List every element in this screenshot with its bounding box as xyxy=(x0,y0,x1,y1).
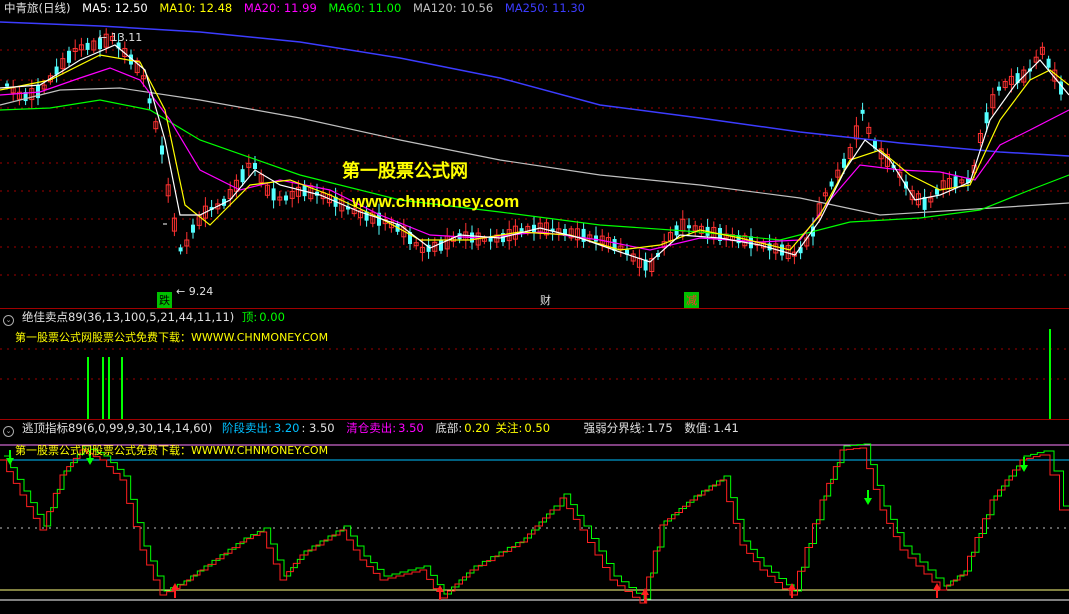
sell-point-chart[interactable] xyxy=(0,309,1069,419)
indicator-red-line xyxy=(0,447,1069,604)
stock-title: 中青旅(日线) xyxy=(4,1,71,15)
candle-body xyxy=(780,244,784,256)
stage-value: 3.20 xyxy=(273,421,300,435)
ma10-label: MA10: 12.48 xyxy=(159,1,233,15)
candle-body xyxy=(594,235,598,242)
watch-label: 关注: xyxy=(495,421,523,435)
watermark-url: www.chnmoney.com xyxy=(352,192,520,211)
clear-label: 清仓卖出: xyxy=(346,421,397,435)
candle-body xyxy=(271,188,276,201)
ma250-line xyxy=(0,21,1069,157)
marker-jian: 减 xyxy=(684,292,699,308)
ma20-label: MA20: 11.99 xyxy=(243,1,317,15)
candle-body xyxy=(253,163,257,169)
sell-arrow-icon xyxy=(6,458,14,465)
candle-body xyxy=(67,50,71,63)
candle-body xyxy=(178,247,183,252)
bottom-label: 底部: xyxy=(435,421,463,435)
candle-body xyxy=(984,112,989,124)
sub2-header: ⌄ 逃顶指标89(6,0,99,9,30,14,14,60) 阶段卖出: 3.20:… xyxy=(0,420,747,437)
marker-cai: 财 xyxy=(540,294,551,307)
marker-die: 跌 xyxy=(157,292,172,308)
indicator-green-line xyxy=(4,443,1069,600)
candle-body xyxy=(191,224,195,233)
sub1-notice: 第一股票公式网股票公式免费下载：WWWW.CHNMONEY.COM xyxy=(15,331,329,344)
ding-label: 顶: xyxy=(241,310,258,324)
sub1-header: ⌄ 绝佳卖点89(36,13,100,5,21,44,11,11) 顶: 0.00 xyxy=(0,309,293,326)
high-price-label: ← 13.11 xyxy=(98,31,143,44)
candle-body xyxy=(687,225,691,229)
watermark-cn: 第一股票公式网 xyxy=(342,161,468,181)
main-chart-panel[interactable]: 中青旅(日线) MA5: 12.50 MA10: 12.48 MA20: 11.… xyxy=(0,0,1069,308)
collapse-icon[interactable]: ⌄ xyxy=(3,315,14,326)
strong-value: 1.75 xyxy=(647,421,673,435)
sell-arrow-icon xyxy=(864,498,872,505)
candle-body xyxy=(749,236,753,249)
num-label: 数值: xyxy=(684,421,712,435)
strong-label: 强弱分界线: xyxy=(583,421,646,435)
num-value: 1.41 xyxy=(713,421,739,435)
buy-arrow-icon xyxy=(788,583,796,590)
watch-value: 0.50 xyxy=(524,421,551,435)
candle-body xyxy=(160,145,164,155)
candle-body xyxy=(1046,58,1051,68)
ma60-label: MA60: 11.00 xyxy=(328,1,402,15)
ma250-label: MA250: 11.30 xyxy=(504,1,586,15)
collapse-icon[interactable]: ⌄ xyxy=(3,426,14,437)
candle-body xyxy=(85,42,90,50)
ma5-label: MA5: 12.50 xyxy=(82,1,148,15)
candle-body xyxy=(147,98,152,104)
candle-body xyxy=(284,195,288,201)
candle-body xyxy=(953,176,958,189)
price-chart[interactable] xyxy=(0,0,1069,308)
candle-body xyxy=(860,109,865,114)
candle-body xyxy=(842,158,846,168)
sell-point-panel[interactable]: ⌄ 绝佳卖点89(36,13,100,5,21,44,11,11) 顶: 0.00 … xyxy=(0,309,1069,419)
candle-body xyxy=(240,169,245,183)
clear-value: 3.50 xyxy=(398,421,424,435)
low-price-label: ← 9.24 xyxy=(176,285,214,298)
sell-arrow-icon xyxy=(1020,465,1028,472)
stage-label: 阶段卖出: xyxy=(221,421,272,435)
sub2-title: 逃顶指标89(6,0,99,9,30,14,14,60) xyxy=(22,421,213,435)
bottom-value: 0.20 xyxy=(464,421,490,435)
buy-arrow-icon xyxy=(641,588,649,595)
candle-body xyxy=(997,86,1001,91)
candle-body xyxy=(829,181,834,187)
ma120-label: MA120: 10.56 xyxy=(412,1,494,15)
sub2-notice: 第一股票公式网股票公式免费下载：WWWW.CHNMONEY.COM xyxy=(15,444,329,457)
main-header: 中青旅(日线) MA5: 12.50 MA10: 12.48 MA20: 11.… xyxy=(0,0,593,16)
ding-value: 0.00 xyxy=(259,310,285,324)
escape-top-panel[interactable]: ⌄ 逃顶指标89(6,0,99,9,30,14,14,60) 阶段卖出: 3.20:… xyxy=(0,420,1069,614)
candle-body xyxy=(5,83,9,87)
sub1-title: 绝佳卖点89(36,13,100,5,21,44,11,11) xyxy=(22,310,235,324)
candle-body xyxy=(439,239,443,251)
sell-arrow-icon xyxy=(86,458,94,465)
stage-value2: : 3.50 xyxy=(301,421,335,435)
